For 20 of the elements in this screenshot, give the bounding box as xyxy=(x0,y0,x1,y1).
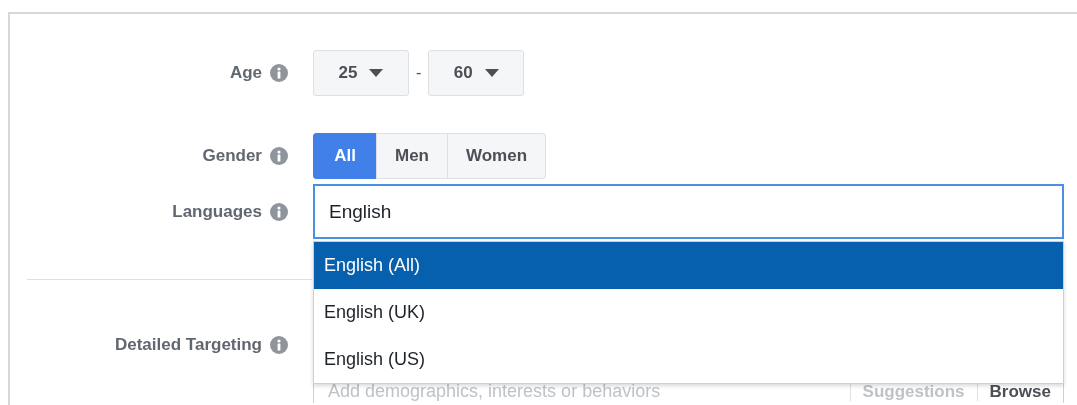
dropdown-option[interactable]: English (All) xyxy=(314,242,1063,289)
languages-input[interactable]: English xyxy=(313,184,1064,239)
gender-option[interactable]: Women xyxy=(447,133,547,179)
info-icon[interactable] xyxy=(270,147,288,165)
caret-icon xyxy=(484,69,499,77)
info-icon[interactable] xyxy=(270,64,288,82)
field-link[interactable]: Browse xyxy=(989,381,1051,402)
field-label: Languages xyxy=(172,201,262,222)
field-label: Age xyxy=(229,63,262,83)
age-min-dropdown[interactable]: 25 xyxy=(313,50,409,96)
range-separator: - xyxy=(416,64,422,82)
info-icon[interactable] xyxy=(270,202,288,221)
gender-option[interactable]: Men xyxy=(376,133,448,179)
info-icon[interactable] xyxy=(270,336,288,354)
field-label: Detailed Targeting xyxy=(114,335,262,355)
field-label: Gender xyxy=(202,146,262,166)
gender-option[interactable]: All xyxy=(313,133,377,179)
dropdown-option[interactable]: English (UK) xyxy=(314,289,1063,336)
caret-icon xyxy=(369,69,384,77)
age-max-dropdown[interactable]: 60 xyxy=(428,50,525,96)
